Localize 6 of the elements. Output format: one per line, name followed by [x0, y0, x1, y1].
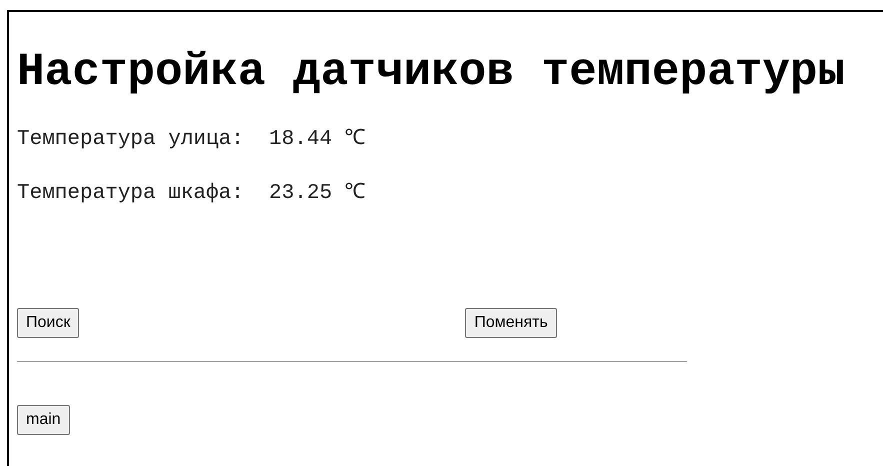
- temperature-reading: Температура улица: 18.44 ℃: [17, 128, 367, 152]
- main-button[interactable]: main: [17, 405, 70, 435]
- change-button[interactable]: Поменять: [465, 308, 557, 338]
- search-button[interactable]: Поиск: [17, 308, 80, 338]
- temperature-reading: Температура шкафа: 23.25 ℃: [17, 182, 367, 206]
- page-title: Настройка датчиков температуры: [17, 46, 846, 98]
